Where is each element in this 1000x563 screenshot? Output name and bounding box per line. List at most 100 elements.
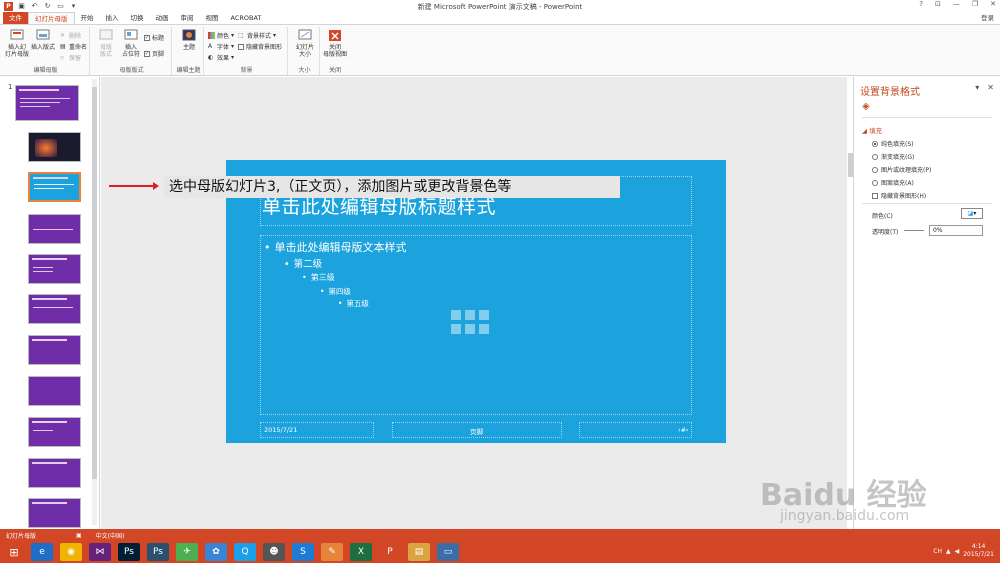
- insert-slide-master-button[interactable]: 插入幻 灯片母版: [4, 29, 30, 58]
- transparency-slider[interactable]: [904, 230, 924, 231]
- fill-option-1[interactable]: 渐变填充(G): [872, 152, 914, 161]
- thumbnail-layout-6[interactable]: [28, 335, 81, 365]
- insert-placeholder-button[interactable]: 插入 占位符: [118, 29, 144, 58]
- thumbnail-layout-3[interactable]: [28, 214, 81, 244]
- signin-link[interactable]: 登录: [981, 12, 994, 24]
- taskbar-app-ie[interactable]: e: [31, 543, 53, 561]
- fill-section-header[interactable]: ◢ 填充: [862, 125, 882, 135]
- slide-number-placeholder[interactable]: [579, 422, 692, 438]
- background-styles-dropdown[interactable]: ⬚ 背景样式 ▾: [238, 31, 276, 40]
- tab-3[interactable]: 插入: [100, 12, 125, 24]
- online-picture-icon[interactable]: [465, 324, 475, 334]
- customize-qat-icon[interactable]: ▾: [69, 2, 78, 11]
- thumbnail-layout-9[interactable]: [28, 458, 81, 488]
- master-layout-button[interactable]: 母版 版式: [94, 29, 118, 58]
- pane-close-icon[interactable]: ✕: [987, 83, 994, 92]
- present-icon[interactable]: ▭: [56, 2, 65, 11]
- fill-option-2[interactable]: 图片或纹理填充(P): [872, 165, 931, 174]
- language-status[interactable]: 中文(中国): [96, 531, 125, 540]
- picture-icon[interactable]: [451, 324, 461, 334]
- preserve-button[interactable]: ▫ 保留: [60, 53, 81, 62]
- spelling-icon[interactable]: ▣: [76, 532, 82, 539]
- hide-bg-graphics-checkbox[interactable]: 隐藏背景图形(H): [872, 191, 926, 200]
- radio-icon: [872, 166, 878, 173]
- color-picker-button[interactable]: ◪ ▾: [961, 208, 983, 219]
- taskbar-app-bird[interactable]: ✈: [176, 543, 198, 561]
- text-level-1: • 单击此处编辑母版文本样式: [264, 241, 407, 254]
- footer-checkbox[interactable]: ✓ 页脚: [144, 49, 164, 58]
- tab-5[interactable]: 动画: [150, 12, 175, 24]
- insert-layout-button[interactable]: 插入版式: [30, 29, 56, 51]
- thumbnail-layout-5[interactable]: [28, 294, 81, 324]
- thumbnail-layout-7[interactable]: [28, 376, 81, 406]
- taskbar-app-powerpoint[interactable]: P: [379, 543, 401, 561]
- fill-bucket-icon[interactable]: ◈: [862, 101, 874, 113]
- volume-icon[interactable]: ◀: [955, 548, 960, 555]
- group-background: 颜色 ▾ A 字体 ▾ ◐ 效果 ▾ ⬚ 背景样式 ▾ 隐藏背景图形 背景: [206, 27, 288, 75]
- restore-button[interactable]: ❐: [972, 0, 978, 8]
- minimize-button[interactable]: —: [953, 0, 960, 8]
- fill-option-0[interactable]: 纯色填充(S): [872, 139, 914, 148]
- close-window-button[interactable]: ✕: [990, 0, 996, 8]
- save-icon[interactable]: ▣: [17, 2, 26, 11]
- taskbar-app-vs[interactable]: ⋈: [89, 543, 111, 561]
- rename-button[interactable]: ▤ 重命名: [60, 42, 87, 51]
- taskbar-app-app[interactable]: ✿: [205, 543, 227, 561]
- help-button[interactable]: ?: [919, 0, 923, 8]
- taskbar-app-folder[interactable]: ▤: [408, 543, 430, 561]
- thumbnail-layout-2-selected[interactable]: [28, 172, 81, 202]
- taskbar-app-window[interactable]: ▭: [437, 543, 459, 561]
- text-level-4: • 第四级: [320, 287, 351, 296]
- title-checkbox[interactable]: ✓ 标题: [144, 33, 164, 42]
- thumbnail-scrollbar[interactable]: [92, 79, 97, 525]
- thumbnail-layout-1[interactable]: [28, 132, 81, 162]
- ime-indicator[interactable]: CH: [933, 548, 942, 555]
- network-icon[interactable]: ▲: [946, 548, 951, 555]
- taskbar-app-sogou[interactable]: S: [292, 543, 314, 561]
- thumbnail-layout-8[interactable]: [28, 417, 81, 447]
- windows-start-icon[interactable]: ⊞: [4, 542, 24, 562]
- tab-4[interactable]: 切换: [125, 12, 150, 24]
- tab-0[interactable]: 文件: [3, 12, 28, 24]
- thumbnail-layout-4[interactable]: [28, 254, 81, 284]
- group-label-close: 关闭: [328, 67, 341, 74]
- themes-button[interactable]: 主题: [176, 29, 202, 51]
- transparency-input[interactable]: 0%: [929, 225, 983, 236]
- canvas-scroll-thumb[interactable]: [848, 153, 853, 177]
- tab-1[interactable]: 幻灯片母版: [28, 12, 75, 24]
- delete-button[interactable]: ✕ 删除: [60, 31, 81, 40]
- pane-options-icon[interactable]: ▾: [975, 83, 979, 92]
- thumbnail-master[interactable]: [15, 85, 79, 121]
- tab-6[interactable]: 审阅: [175, 12, 200, 24]
- tab-2[interactable]: 开始: [75, 12, 100, 24]
- undo-icon[interactable]: ↶: [30, 2, 39, 11]
- smartart-icon[interactable]: [479, 310, 489, 320]
- taskbar-app-excel[interactable]: X: [350, 543, 372, 561]
- tab-7[interactable]: 视图: [200, 12, 225, 24]
- tab-8[interactable]: ACROBAT: [225, 12, 268, 24]
- pane-divider-2: [862, 203, 992, 204]
- video-icon[interactable]: [479, 324, 489, 334]
- taskbar-app-chrome[interactable]: ◉: [60, 543, 82, 561]
- redo-icon[interactable]: ↻: [43, 2, 52, 11]
- clock[interactable]: 4:14 2015/7/21: [963, 543, 994, 559]
- taskbar-app-ps[interactable]: Ps: [118, 543, 140, 561]
- thumbnail-layout-10[interactable]: [28, 498, 81, 528]
- taskbar-app-ps2[interactable]: Ps: [147, 543, 169, 561]
- ribbon-display-button[interactable]: ⊡: [935, 0, 941, 8]
- slide-size-button[interactable]: 幻灯片 大小: [292, 29, 318, 58]
- master-slide[interactable]: 单击此处编辑母版标题样式 • 单击此处编辑母版文本样式 • 第二级 • 第三级 • 第四…: [226, 160, 726, 443]
- fill-option-3[interactable]: 图案填充(A): [872, 178, 914, 187]
- effects-dropdown[interactable]: ◐ 效果 ▾: [208, 53, 234, 62]
- thumbnail-scroll-thumb[interactable]: [92, 87, 97, 479]
- close-master-view-button[interactable]: 关闭 母版视图: [322, 29, 348, 58]
- table-icon[interactable]: [451, 310, 461, 320]
- fonts-dropdown[interactable]: A 字体 ▾: [208, 42, 234, 51]
- hide-background-checkbox[interactable]: 隐藏背景图形: [238, 42, 282, 51]
- colors-dropdown[interactable]: 颜色 ▾: [208, 31, 234, 40]
- content-placeholder-icons: [451, 310, 501, 344]
- chart-icon[interactable]: [465, 310, 475, 320]
- taskbar-app-fox[interactable]: ✎: [321, 543, 343, 561]
- taskbar-app-panda[interactable]: ☻: [263, 543, 285, 561]
- taskbar-app-qq[interactable]: Q: [234, 543, 256, 561]
